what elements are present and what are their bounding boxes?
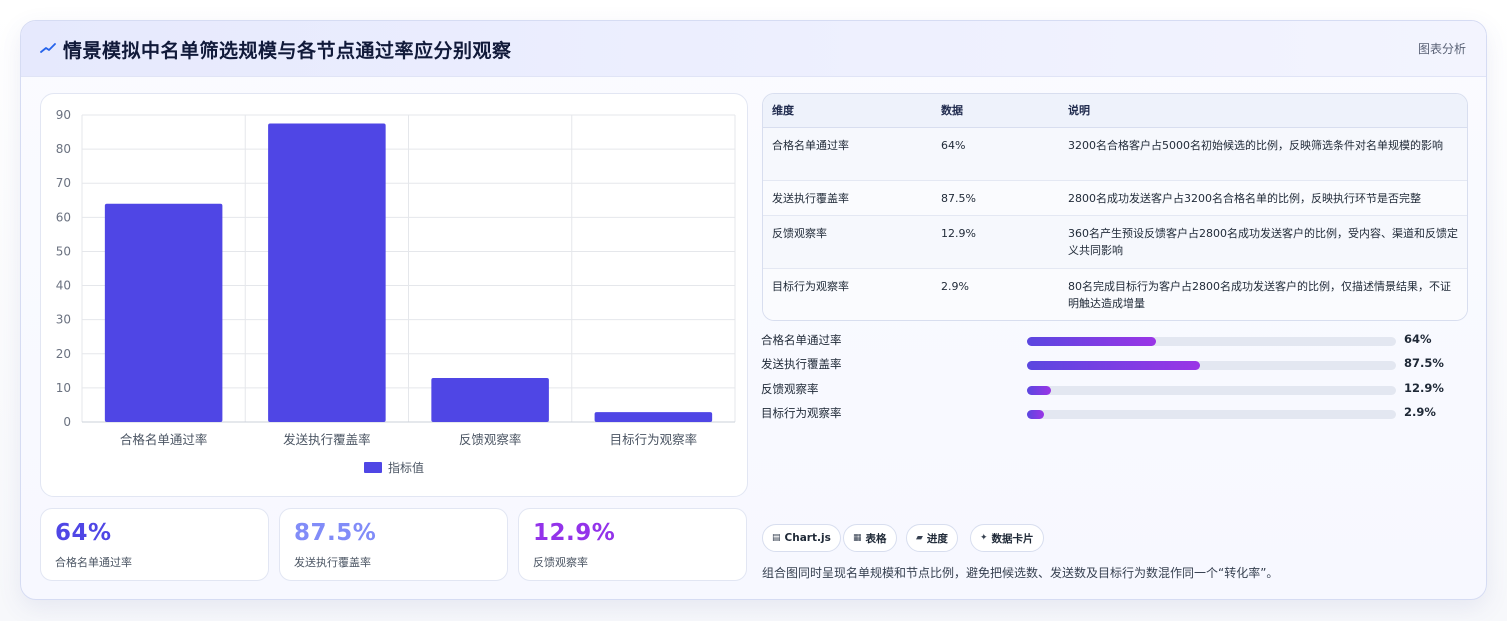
progress-row: 合格名单通过率 64% <box>761 332 1467 350</box>
y-tick-label: 40 <box>56 279 71 293</box>
progress-value: 2.9% <box>1404 405 1436 419</box>
chart-icon: ▤ <box>772 533 781 543</box>
kpi-value: 87.5% <box>294 520 377 546</box>
table-cell-data: 64% <box>932 127 1059 181</box>
bar-chart: 0 10 20 30 40 50 60 70 80 90 合格名单通过率 发送执行覆盖率 反馈观察率 目标… <box>56 108 736 475</box>
kpi-label: 合格名单通过率 <box>55 556 132 569</box>
progress-row: 反馈观察率 12.9% <box>761 381 1467 399</box>
chip-label: 表格 <box>865 532 887 545</box>
bar <box>104 203 223 422</box>
x-tick-label: 合格名单通过率 <box>120 432 208 447</box>
card-header: 情景模拟中名单筛选规模与各节点通过率应分别观察 图表分析 <box>21 21 1486 77</box>
x-tick-label: 目标行为观察率 <box>610 432 698 447</box>
progress-row: 发送执行覆盖率 87.5% <box>761 356 1467 374</box>
table-row: 合格名单通过率 64% 3200名合格客户占5000名初始候选的比例，反映筛选条… <box>763 127 1467 181</box>
bar <box>431 377 549 422</box>
legend-swatch <box>364 462 382 473</box>
progress-label: 目标行为观察率 <box>761 406 842 420</box>
chip-data-card[interactable]: ✦ 数据卡片 <box>970 524 1044 552</box>
progress-fill <box>1027 361 1201 370</box>
y-tick-label: 60 <box>56 210 71 224</box>
y-tick-label: 90 <box>56 108 71 122</box>
table-cell-dimension: 目标行为观察率 <box>763 268 932 320</box>
progress-fill <box>1027 410 1044 419</box>
y-tick-label: 20 <box>56 347 71 361</box>
kpi-card-feedback: 12.9% 反馈观察率 <box>518 508 747 581</box>
table-row: 反馈观察率 12.9% 360名产生预设反馈客户占2800名成功发送客户的比例，… <box>763 215 1467 269</box>
table-cell-description: 2800名成功发送客户占3200名合格名单的比例，反映执行环节是否完整 <box>1059 180 1467 216</box>
kpi-label: 反馈观察率 <box>533 556 588 569</box>
kpi-value: 64% <box>55 520 112 546</box>
table-icon: ▦ <box>853 533 862 543</box>
chip-progress[interactable]: ▰ 进度 <box>906 524 958 552</box>
bar <box>268 123 386 423</box>
table-cell-data: 2.9% <box>932 268 1059 320</box>
progress-label: 发送执行覆盖率 <box>761 357 842 371</box>
progress-icon: ▰ <box>916 533 923 543</box>
table-cell-description: 80名完成目标行为客户占2800名成功发送客户的比例，仅描述情景结果，不证明触达… <box>1059 268 1467 320</box>
progress-value: 64% <box>1404 332 1432 346</box>
x-tick-label: 反馈观察率 <box>459 432 522 447</box>
chip-label: Chart.js <box>784 532 831 544</box>
kpi-label: 发送执行覆盖率 <box>294 556 371 569</box>
progress-label: 反馈观察率 <box>761 382 819 396</box>
progress-label: 合格名单通过率 <box>761 333 842 347</box>
y-tick-label: 50 <box>56 244 71 258</box>
legend-label: 指标值 <box>388 460 424 475</box>
table-cell-data: 87.5% <box>932 180 1059 216</box>
column-header-description: 说明 <box>1059 94 1467 128</box>
progress-track <box>1027 410 1396 419</box>
analysis-card: 情景模拟中名单筛选规模与各节点通过率应分别观察 图表分析 0 10 20 30 40 50… <box>20 20 1487 600</box>
chip-table[interactable]: ▦ 表格 <box>843 524 897 552</box>
table-header-row: 维度 数据 说明 <box>763 94 1467 128</box>
table-cell-dimension: 合格名单通过率 <box>763 127 932 181</box>
table-row: 发送执行覆盖率 87.5% 2800名成功发送客户占3200名合格名单的比例，反… <box>763 180 1467 216</box>
chip-label: 数据卡片 <box>991 532 1034 545</box>
progress-row: 目标行为观察率 2.9% <box>761 405 1467 423</box>
metrics-table: 维度 数据 说明 合格名单通过率 64% 3200名合格客户占5000名初始候选… <box>762 93 1468 321</box>
table-cell-dimension: 发送执行覆盖率 <box>763 180 932 216</box>
y-tick-label: 80 <box>56 142 71 156</box>
table-row: 目标行为观察率 2.9% 80名完成目标行为客户占2800名成功发送客户的比例，… <box>763 268 1467 320</box>
column-header-dimension: 维度 <box>763 94 932 128</box>
progress-fill <box>1027 386 1051 395</box>
trend-line-icon <box>40 43 56 53</box>
y-tick-label: 0 <box>63 415 71 429</box>
progress-track <box>1027 337 1396 346</box>
footnote: 组合图同时呈现名单规模和节点比例，避免把候选数、发送数及目标行为数混作同一个“转… <box>762 566 1279 580</box>
page-title: 情景模拟中名单筛选规模与各节点通过率应分别观察 <box>63 40 512 62</box>
kpi-card-send: 87.5% 发送执行覆盖率 <box>279 508 508 581</box>
table-cell-data: 12.9% <box>932 215 1059 269</box>
kpi-card-qualified: 64% 合格名单通过率 <box>40 508 269 581</box>
progress-value: 87.5% <box>1404 356 1444 370</box>
chart-analysis-tag: 图表分析 <box>1417 42 1466 56</box>
y-tick-label: 10 <box>56 381 71 395</box>
card-icon: ✦ <box>980 533 988 543</box>
progress-fill <box>1027 337 1157 346</box>
bar-chart-panel: 0 10 20 30 40 50 60 70 80 90 合格名单通过率 发送执行覆盖率 反馈观察率 目标… <box>40 93 748 497</box>
progress-track <box>1027 361 1396 370</box>
progress-value: 12.9% <box>1404 381 1444 395</box>
column-header-data: 数据 <box>932 94 1059 128</box>
x-tick-label: 发送执行覆盖率 <box>283 432 371 447</box>
bar <box>594 412 713 422</box>
table-cell-description: 3200名合格客户占5000名初始候选的比例，反映筛选条件对名单规模的影响 <box>1059 127 1467 181</box>
chip-label: 进度 <box>926 532 948 545</box>
y-tick-label: 70 <box>56 176 71 190</box>
table-cell-description: 360名产生预设反馈客户占2800名成功发送客户的比例，受内容、渠道和反馈定义共… <box>1059 215 1467 269</box>
kpi-value: 12.9% <box>533 520 616 546</box>
chip-chartjs[interactable]: ▤ Chart.js <box>762 524 841 552</box>
y-tick-label: 30 <box>56 313 71 327</box>
table-cell-dimension: 反馈观察率 <box>763 215 932 269</box>
progress-track <box>1027 386 1396 395</box>
